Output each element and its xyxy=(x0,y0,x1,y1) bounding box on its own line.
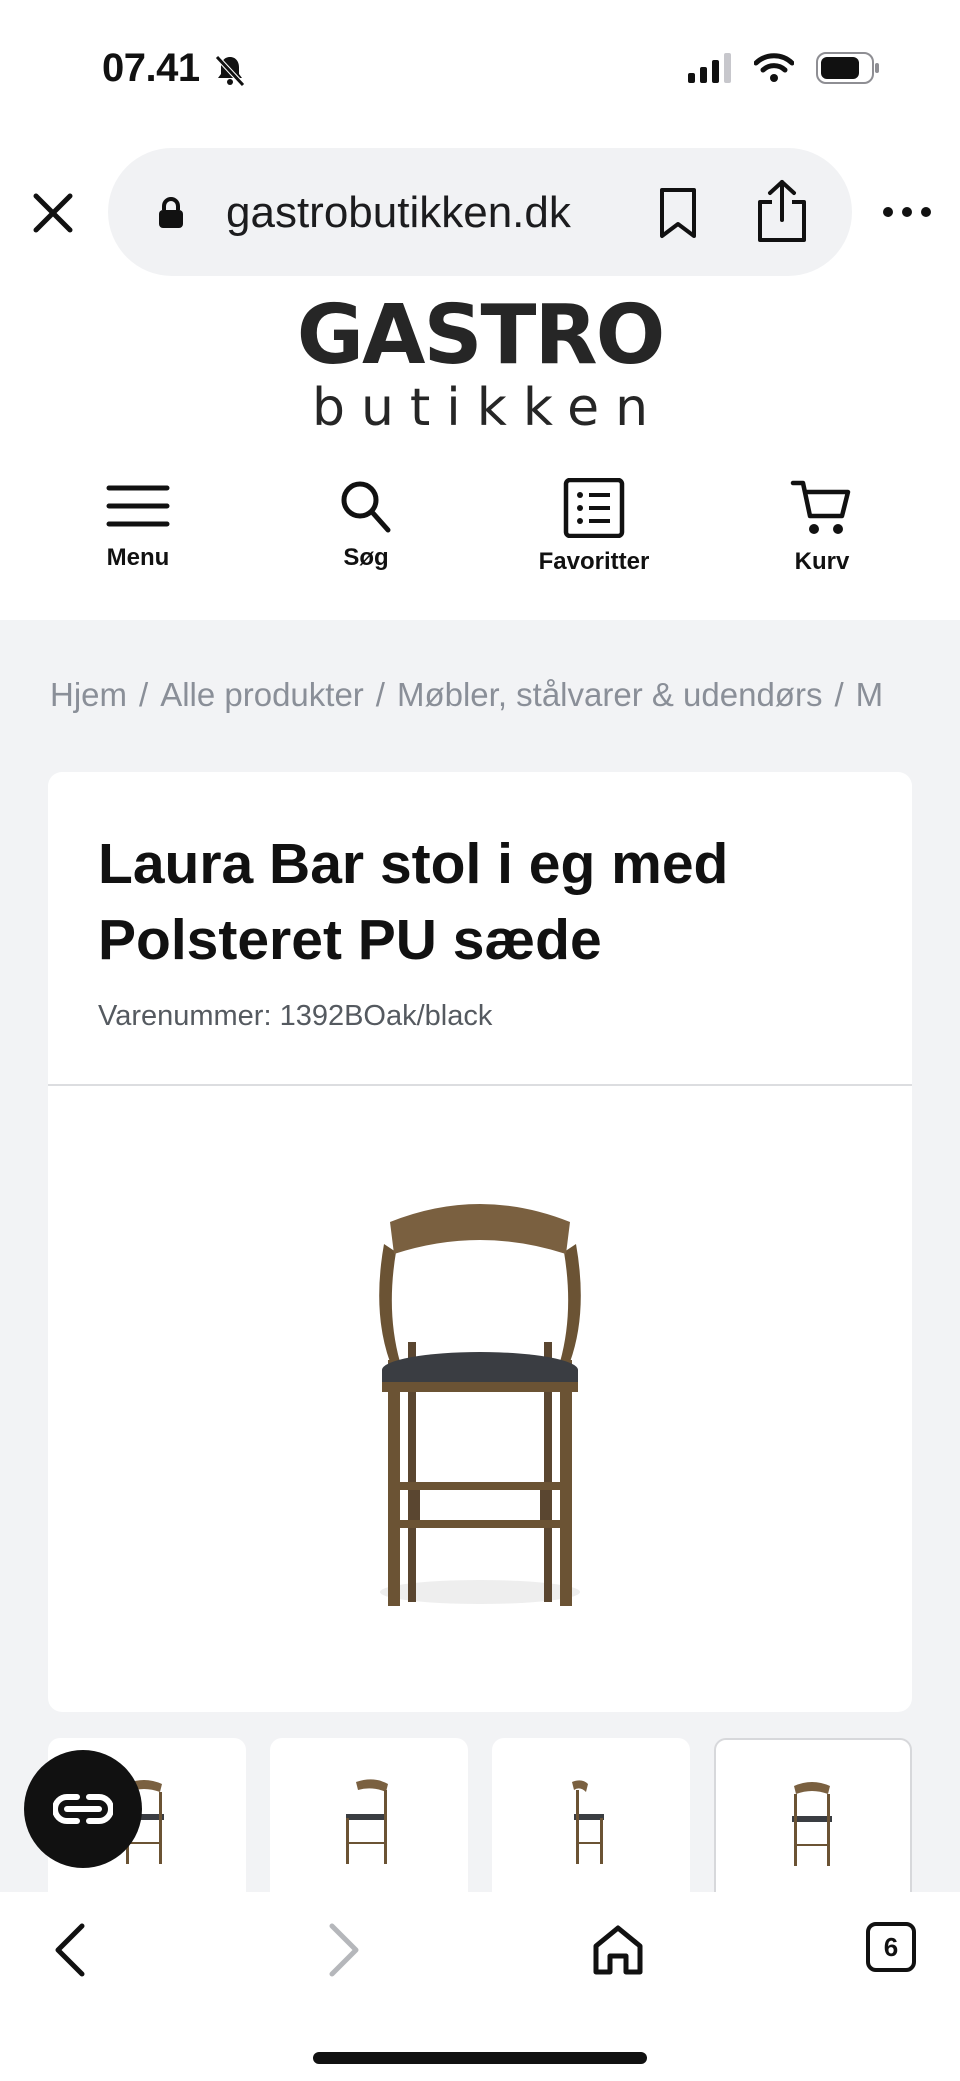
breadcrumb-truncated[interactable]: M xyxy=(856,676,884,713)
nav-label-menu: Menu xyxy=(106,544,170,571)
nav-cart-button[interactable]: Kurv xyxy=(722,478,922,576)
url-text: gastrobutikken.dk xyxy=(226,188,571,237)
signal-icon xyxy=(688,53,731,83)
back-icon[interactable] xyxy=(48,1920,92,1980)
nav-menu-button[interactable]: Menu xyxy=(38,478,238,572)
list-icon xyxy=(563,478,625,538)
product-card: Laura Bar stol i eg med Polsteret PU sæd… xyxy=(48,772,912,1712)
breadcrumb-all-products[interactable]: Alle produkter xyxy=(160,676,364,713)
chat-button[interactable] xyxy=(24,1750,142,1868)
home-icon[interactable] xyxy=(590,1922,646,1978)
breadcrumb-separator: / xyxy=(834,676,844,713)
thumbnail-chair-image xyxy=(346,1779,388,1864)
nav-favorites-button[interactable]: Favoritter xyxy=(494,478,694,576)
thumbnail-3[interactable] xyxy=(492,1738,690,1892)
breadcrumb-home[interactable]: Hjem xyxy=(50,676,127,713)
search-icon xyxy=(341,481,391,533)
thumbnail-chair-image xyxy=(572,1780,604,1864)
cart-icon xyxy=(790,480,851,534)
tabs-button[interactable]: 6 xyxy=(866,1922,916,1972)
divider xyxy=(48,1084,912,1086)
product-title: Laura Bar stol i eg med Polsteret PU sæd… xyxy=(98,832,729,972)
thumbnail-2[interactable] xyxy=(270,1738,468,1892)
nav-label-search: Søg xyxy=(343,544,389,571)
battery-icon xyxy=(816,52,879,84)
breadcrumb-separator: / xyxy=(139,676,149,713)
breadcrumb-separator: / xyxy=(375,676,385,713)
share-icon[interactable] xyxy=(754,178,810,244)
nav-label-favorites: Favoritter xyxy=(538,548,650,575)
main-nav: Menu Søg Favoritter Kurv xyxy=(0,478,960,620)
nav-search-button[interactable]: Søg xyxy=(266,478,466,572)
product-sku: Varenummer: 1392BOak/black xyxy=(98,1000,493,1032)
browser-address-bar: gastrobutikken.dk xyxy=(0,146,960,278)
product-page: Hjem / Alle produkter / Møbler, stålvarer & … xyxy=(0,620,960,1892)
breadcrumb: Hjem / Alle produkter / Møbler, stålvarer & … xyxy=(50,676,883,714)
logo-gastro: GASTRO xyxy=(296,288,666,383)
thumbnail-4[interactable] xyxy=(714,1738,912,1892)
lock-icon xyxy=(159,197,183,228)
chat-icon xyxy=(53,1794,113,1824)
url-field[interactable]: gastrobutikken.dk xyxy=(108,148,852,276)
status-time: 07.41 xyxy=(102,46,200,90)
bookmark-icon[interactable] xyxy=(654,186,702,240)
browser-toolbar: 6 xyxy=(0,1892,960,2081)
nav-label-cart: Kurv xyxy=(794,548,850,575)
wifi-icon xyxy=(754,53,794,82)
thumbnail-strip xyxy=(48,1738,912,1892)
home-indicator xyxy=(313,2052,647,2064)
bell-muted-icon xyxy=(215,55,245,87)
site-logo[interactable]: GASTRO butikken xyxy=(0,288,960,440)
menu-icon xyxy=(106,485,170,527)
logo-butikken: butikken xyxy=(311,378,665,438)
close-icon[interactable] xyxy=(28,188,78,238)
more-icon[interactable] xyxy=(882,202,932,222)
breadcrumb-furniture[interactable]: Møbler, stålvarer & udendørs xyxy=(397,676,823,713)
product-image[interactable] xyxy=(360,1192,600,1612)
status-bar: 07.41 xyxy=(0,0,960,140)
status-icons xyxy=(688,52,880,84)
forward-icon[interactable] xyxy=(322,1920,366,1980)
thumbnail-chair-image xyxy=(792,1782,832,1866)
